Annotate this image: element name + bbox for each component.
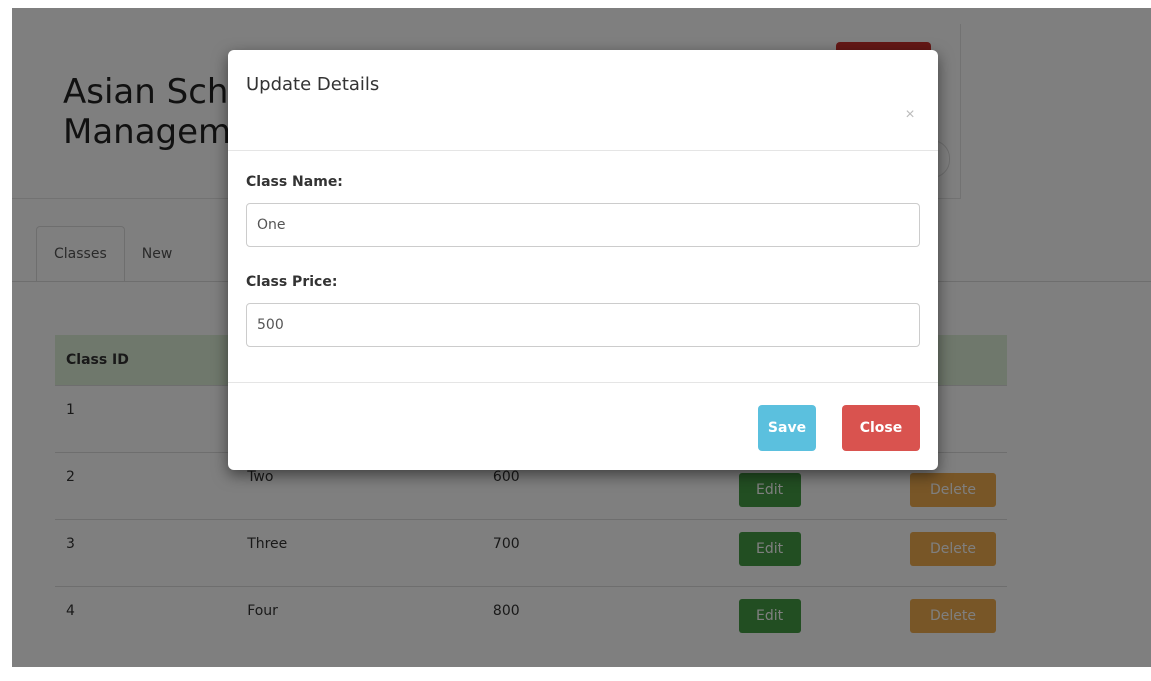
modal-title: Update Details <box>246 74 380 95</box>
page: Asian School Management Classes New Clas… <box>0 0 1151 681</box>
update-details-modal: Update Details × Class Name: Class Price… <box>228 50 938 470</box>
close-icon[interactable]: × <box>900 105 920 125</box>
modal-header: Update Details × <box>228 50 938 151</box>
screen-frame-left <box>0 0 12 681</box>
modal-footer: Save Close <box>228 382 938 471</box>
class-name-label: Class Name: <box>246 174 343 190</box>
screen-frame-top <box>0 0 1151 8</box>
class-price-input[interactable] <box>246 303 920 347</box>
class-price-label: Class Price: <box>246 274 338 290</box>
class-price-group: Class Price: <box>246 274 920 347</box>
save-button[interactable]: Save <box>758 405 816 451</box>
close-button[interactable]: Close <box>842 405 920 451</box>
class-name-input[interactable] <box>246 203 920 247</box>
screen-frame-bottom <box>0 667 1151 681</box>
class-name-group: Class Name: <box>246 174 920 247</box>
